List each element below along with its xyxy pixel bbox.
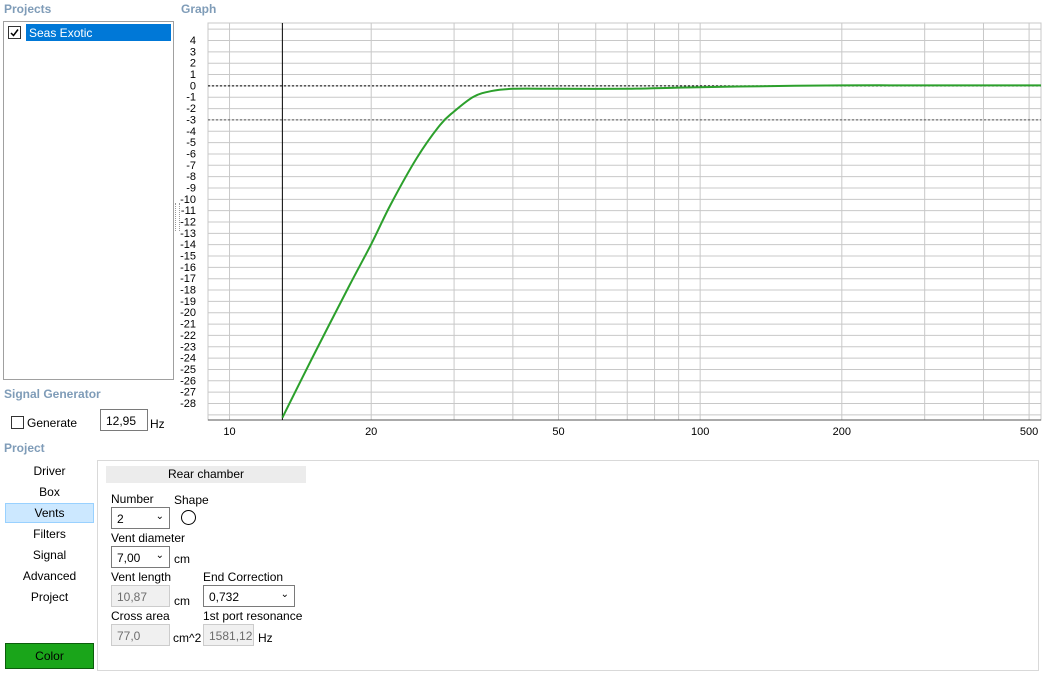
number-label: Number — [111, 492, 154, 506]
y-tick-label: -26 — [180, 375, 196, 387]
y-tick-label: -16 — [180, 262, 196, 274]
y-tick-label: -2 — [186, 103, 196, 115]
x-tick-label: 50 — [552, 426, 564, 438]
end-correction-label: End Correction — [203, 570, 284, 584]
y-tick-label: 2 — [190, 58, 196, 70]
y-tick-label: 1 — [190, 69, 196, 81]
y-tick-label: 4 — [190, 35, 196, 47]
x-tick-label: 10 — [223, 426, 235, 438]
vent-diameter-select[interactable]: 7,00 ⌄ — [111, 546, 170, 568]
y-tick-label: 0 — [190, 80, 196, 92]
y-tick-label: -12 — [180, 217, 196, 229]
nav-item-signal[interactable]: Signal — [5, 545, 94, 565]
frequency-input[interactable]: 12,95 — [100, 409, 148, 431]
y-tick-label: -19 — [180, 296, 196, 308]
port-resonance-label: 1st port resonance — [203, 609, 303, 623]
circle-shape-icon[interactable] — [181, 510, 196, 525]
x-tick-label: 200 — [833, 426, 851, 438]
project-item[interactable]: Seas Exotic — [6, 24, 171, 41]
y-tick-label: -17 — [180, 273, 196, 285]
projects-list[interactable]: Seas Exotic — [3, 21, 174, 380]
generate-label: Generate — [27, 416, 78, 430]
y-tick-label: -13 — [180, 228, 196, 240]
x-tick-label: 100 — [691, 426, 709, 438]
vent-length-field[interactable]: 10,87 — [111, 585, 170, 607]
nav-item-driver[interactable]: Driver — [5, 461, 94, 481]
projects-section-title: Projects — [4, 2, 52, 16]
y-tick-label: -20 — [180, 307, 196, 319]
generate-checkbox[interactable] — [11, 416, 24, 429]
y-tick-label: -3 — [186, 114, 196, 126]
chevron-down-icon: ⌄ — [280, 589, 289, 600]
y-tick-label: -10 — [180, 194, 196, 206]
checkmark-icon — [10, 29, 19, 37]
port-resonance-field[interactable]: 1581,12 — [203, 624, 254, 646]
nav-item-project[interactable]: Project — [5, 587, 94, 607]
graph-section-title: Graph — [181, 2, 217, 16]
shape-label: Shape — [174, 493, 209, 507]
y-tick-label: 3 — [190, 46, 196, 58]
y-tick-label: -5 — [186, 137, 196, 149]
port-resonance-unit: Hz — [258, 631, 273, 645]
nav-item-vents[interactable]: Vents — [5, 503, 94, 523]
y-tick-label: -4 — [186, 126, 196, 138]
y-tick-label: -25 — [180, 364, 196, 376]
y-tick-label: -18 — [180, 285, 196, 297]
y-tick-label: -22 — [180, 330, 196, 342]
y-tick-label: -11 — [181, 205, 196, 217]
y-tick-label: -8 — [186, 171, 196, 183]
y-tick-label: -6 — [186, 148, 196, 160]
y-tick-label: -7 — [186, 160, 196, 172]
x-tick-label: 20 — [365, 426, 377, 438]
nav-item-advanced[interactable]: Advanced — [5, 566, 94, 586]
chevron-down-icon: ⌄ — [155, 550, 164, 561]
response-curve — [281, 84, 1041, 419]
y-tick-label: -14 — [180, 239, 196, 251]
x-tick-label: 500 — [1020, 426, 1038, 438]
number-select[interactable]: 2 ⌄ — [111, 507, 170, 529]
y-tick-label: -1 — [186, 92, 196, 104]
y-tick-label: -21 — [180, 319, 196, 331]
vent-length-label: Vent length — [111, 570, 172, 584]
end-correction-select[interactable]: 0,732 ⌄ — [203, 585, 295, 607]
nav-item-box[interactable]: Box — [5, 482, 94, 502]
frequency-unit: Hz — [150, 417, 165, 431]
signal-generator-title: Signal Generator — [4, 387, 101, 401]
cross-area-unit: cm^2 — [173, 631, 202, 645]
rear-chamber-header: Rear chamber — [106, 466, 306, 483]
y-tick-label: -24 — [180, 353, 196, 365]
chevron-down-icon: ⌄ — [155, 511, 164, 522]
y-tick-label: -27 — [180, 387, 196, 399]
y-tick-label: -15 — [180, 251, 196, 263]
y-tick-label: -9 — [186, 182, 196, 194]
vent-diameter-label: Vent diameter — [111, 531, 186, 545]
nav-item-filters[interactable]: Filters — [5, 524, 94, 544]
frequency-response-graph[interactable]: 43210-1-2-3-4-5-6-7-8-9-10-11-12-13-14-1… — [175, 20, 1044, 440]
y-tick-label: -28 — [180, 398, 196, 410]
y-tick-label: -23 — [180, 341, 196, 353]
cross-area-label: Cross area — [111, 609, 170, 623]
project-section-title: Project — [4, 441, 45, 455]
project-checkbox[interactable] — [8, 26, 21, 39]
color-button[interactable]: Color — [5, 643, 94, 669]
vent-length-unit: cm — [174, 594, 190, 608]
project-item-label: Seas Exotic — [29, 26, 93, 40]
vent-diameter-unit: cm — [174, 552, 190, 566]
cross-area-field[interactable]: 77,0 — [111, 624, 170, 646]
